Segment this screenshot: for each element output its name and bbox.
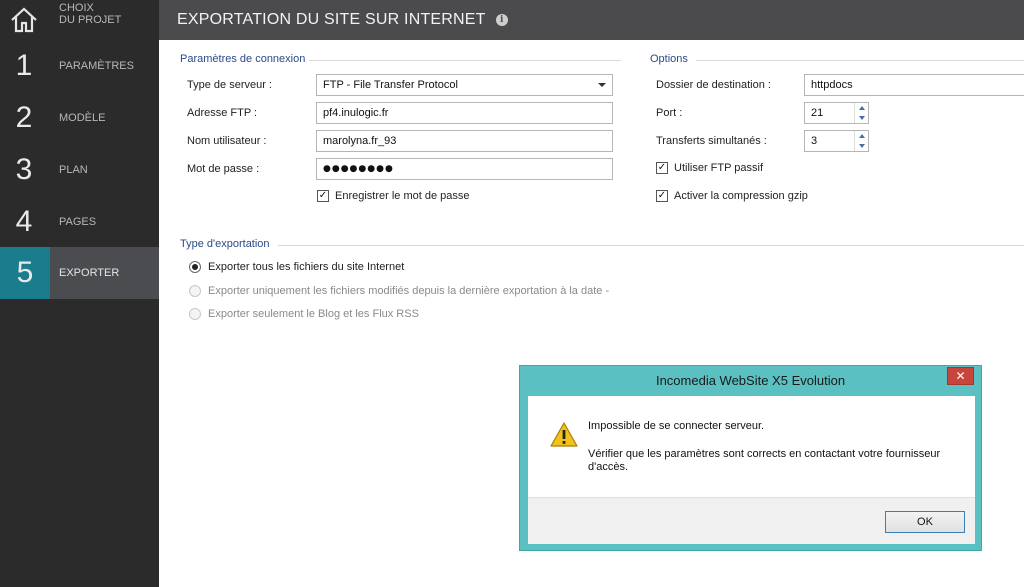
sidebar-item-pages[interactable]: 4 PAGES	[0, 196, 159, 248]
home-icon	[0, 7, 48, 33]
gzip-label: Activer la compression gzip	[674, 190, 808, 202]
step-number: 1	[15, 49, 33, 82]
home-label-line2: DU PROJET	[59, 14, 122, 26]
passive-ftp-checkbox[interactable]: ✓ Utiliser FTP passif	[656, 162, 763, 174]
spin-down-button[interactable]	[855, 113, 868, 123]
arrow-down-icon	[858, 144, 865, 148]
export-type-section-title: Type d'exportation	[180, 238, 270, 250]
save-password-label: Enregistrer le mot de passe	[335, 190, 470, 202]
step-number: 4	[15, 205, 33, 238]
connection-section-title: Paramètres de connexion	[180, 53, 306, 65]
export-blog-radio[interactable]: Exporter seulement le Blog et les Flux R…	[189, 308, 419, 320]
warning-icon	[550, 422, 578, 450]
dialog-message-primary: Impossible de se connecter serveur.	[588, 420, 765, 432]
arrow-up-icon	[858, 134, 865, 138]
divider	[309, 60, 621, 61]
chevron-down-icon	[598, 83, 606, 87]
port-value: 21	[811, 107, 824, 119]
export-all-radio[interactable]: Exporter tous les fichiers du site Inter…	[189, 261, 404, 273]
ftp-address-input[interactable]: pf4.inulogic.fr	[316, 102, 613, 124]
export-modified-label: Exporter uniquement les fichiers modifié…	[208, 285, 610, 297]
dialog-message-secondary: Vérifier que les paramètres sont correct…	[588, 448, 941, 473]
error-dialog: Incomedia WebSite X5 Evolution ✕ Impossi…	[519, 365, 982, 551]
server-type-label: Type de serveur :	[187, 79, 272, 91]
destination-label: Dossier de destination :	[656, 79, 771, 91]
export-blog-label: Exporter seulement le Blog et les Flux R…	[208, 308, 419, 320]
spin-down-button[interactable]	[855, 141, 868, 151]
sidebar-item-label: PAGES	[59, 216, 97, 228]
sidebar: CHOIX DU PROJET 1 PARAMÈTRES 2 MODÈLE 3 …	[0, 0, 159, 587]
destination-input[interactable]: httpdocs	[804, 74, 1024, 96]
sidebar-item-home[interactable]: CHOIX DU PROJET	[0, 0, 159, 40]
radio-selected-icon	[189, 261, 201, 273]
sidebar-item-label: PARAMÈTRES	[59, 60, 134, 72]
sidebar-item-modele[interactable]: 2 MODÈLE	[0, 92, 159, 144]
ftp-address-label: Adresse FTP :	[187, 107, 258, 119]
divider	[278, 245, 1024, 246]
server-type-select[interactable]: FTP - File Transfer Protocol	[316, 74, 613, 96]
server-type-value: FTP - File Transfer Protocol	[323, 79, 458, 91]
simultaneous-value: 3	[811, 135, 818, 147]
spinner	[854, 131, 868, 151]
export-all-label: Exporter tous les fichiers du site Inter…	[208, 261, 405, 273]
ftp-address-value: pf4.inulogic.fr	[323, 107, 389, 119]
simultaneous-label: Transferts simultanés :	[656, 135, 767, 147]
checkbox-checked-icon: ✓	[656, 162, 668, 174]
sidebar-item-label: EXPORTER	[59, 267, 120, 279]
sidebar-item-exporter[interactable]: 5 EXPORTER	[0, 247, 159, 299]
page-header: EXPORTATION DU SITE SUR INTERNET i	[159, 0, 1024, 40]
divider	[696, 60, 1024, 61]
home-label-line1: CHOIX	[59, 2, 94, 14]
username-value: marolyna.fr_93	[323, 135, 397, 147]
radio-unselected-icon	[189, 285, 201, 297]
port-stepper[interactable]: 21	[804, 102, 869, 124]
checkbox-checked-icon: ✓	[656, 190, 668, 202]
arrow-up-icon	[858, 106, 865, 110]
options-section-title: Options	[650, 53, 688, 65]
password-label: Mot de passe :	[187, 163, 260, 175]
arrow-down-icon	[858, 116, 865, 120]
destination-value: httpdocs	[811, 79, 853, 91]
close-icon: ✕	[955, 369, 966, 383]
sidebar-item-label: PLAN	[59, 164, 88, 176]
ok-button[interactable]: OK	[885, 511, 965, 533]
page-title: EXPORTATION DU SITE SUR INTERNET	[177, 11, 486, 28]
sidebar-item-label: CHOIX DU PROJET	[59, 2, 121, 26]
password-input[interactable]: ●●●●●●●●	[316, 158, 613, 180]
spin-up-button[interactable]	[855, 103, 868, 113]
info-icon[interactable]: i	[495, 14, 508, 26]
step-number: 5	[16, 256, 34, 289]
username-label: Nom utilisateur :	[187, 135, 267, 147]
save-password-checkbox[interactable]: ✓ Enregistrer le mot de passe	[317, 190, 470, 202]
gzip-checkbox[interactable]: ✓ Activer la compression gzip	[656, 190, 808, 202]
step-number: 2	[15, 101, 33, 134]
passive-ftp-label: Utiliser FTP passif	[674, 162, 764, 174]
sidebar-item-parametres[interactable]: 1 PARAMÈTRES	[0, 40, 159, 92]
close-button[interactable]: ✕	[947, 367, 974, 385]
dialog-footer: OK	[528, 497, 975, 544]
simultaneous-stepper[interactable]: 3	[804, 130, 869, 152]
sidebar-item-label: MODÈLE	[59, 112, 106, 124]
port-label: Port :	[656, 107, 683, 119]
spin-up-button[interactable]	[855, 131, 868, 141]
spinner	[854, 103, 868, 123]
dialog-body: Impossible de se connecter serveur. Véri…	[528, 396, 975, 497]
checkbox-checked-icon: ✓	[317, 190, 329, 202]
username-input[interactable]: marolyna.fr_93	[316, 130, 613, 152]
radio-unselected-icon	[189, 308, 201, 320]
export-modified-radio[interactable]: Exporter uniquement les fichiers modifié…	[189, 285, 609, 297]
step-number: 3	[15, 153, 33, 186]
dialog-title: Incomedia WebSite X5 Evolution	[655, 372, 846, 388]
password-value: ●●●●●●●●	[323, 164, 394, 174]
sidebar-item-plan[interactable]: 3 PLAN	[0, 144, 159, 196]
